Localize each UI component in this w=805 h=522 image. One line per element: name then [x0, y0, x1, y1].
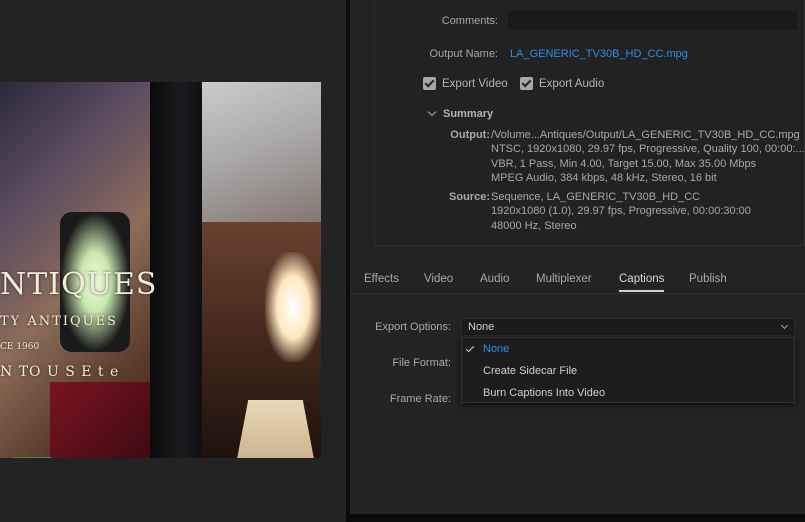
preview-window-light — [265, 252, 321, 362]
summary-output-line: VBR, 1 Pass, Min 4.00, Target 15.00, Max… — [491, 157, 757, 170]
export-audio-checkbox[interactable]: Export Audio — [520, 77, 604, 90]
summary-output-line: MPEG Audio, 384 kbps, 48 kHz, Stereo, 16… — [491, 171, 717, 184]
export-settings-panel: Comments: Output Name: LA_GENERIC_TV30B_… — [350, 0, 805, 514]
comments-field[interactable] — [508, 11, 797, 30]
summary-source-line: Sequence, LA_GENERIC_TV30B_HD_CC — [491, 191, 701, 203]
output-name-label: Output Name: — [429, 48, 498, 60]
export-video-checkbox[interactable]: Export Video — [423, 77, 508, 90]
menu-item-create-sidecar-file[interactable]: Create Sidecar File — [483, 365, 577, 377]
file-format-label: File Format: — [392, 357, 451, 369]
summary-toggle[interactable]: Summary — [427, 107, 494, 120]
settings-tabs: Effects Video Audio Multiplexer Captions… — [350, 264, 805, 294]
preview-sign-line1: NTIQUES — [0, 267, 158, 302]
video-preview-panel: NTIQUES TY ANTIQUES CE 1960 N TO U S E t… — [0, 0, 346, 522]
summary-source-details: Sequence, LA_GENERIC_TV30B_HD_CC 1920x10… — [491, 190, 751, 233]
chevron-down-icon — [780, 321, 789, 330]
preview-rug — [50, 382, 150, 458]
preview-sign-line3: CE 1960 — [0, 342, 40, 352]
checkmark-icon[interactable] — [520, 77, 533, 90]
video-preview-frame: NTIQUES TY ANTIQUES CE 1960 N TO U S E t… — [0, 82, 321, 458]
export-options-label: Export Options: — [375, 321, 451, 333]
summary-output-line: /Volume...Antiques/Output/LA_GENERIC_TV3… — [491, 129, 800, 141]
preview-sign-line2: TY ANTIQUES — [0, 314, 118, 329]
export-options-dropdown[interactable]: None — [461, 318, 795, 336]
export-video-label: Export Video — [442, 77, 508, 90]
export-audio-label: Export Audio — [539, 77, 605, 90]
checkmark-icon — [465, 343, 475, 353]
summary-output-details: /Volume...Antiques/Output/LA_GENERIC_TV3… — [491, 128, 805, 185]
tab-effects[interactable]: Effects — [364, 273, 399, 285]
comments-label: Comments: — [441, 15, 498, 27]
summary-heading: Summary — [443, 108, 494, 120]
tab-multiplexer[interactable]: Multiplexer — [536, 273, 592, 285]
output-name-link[interactable]: LA_GENERIC_TV30B_HD_CC.mpg — [510, 48, 688, 60]
export-options-value: None — [468, 321, 495, 333]
tab-video[interactable]: Video — [424, 273, 453, 285]
summary-source-label: Source: — [449, 191, 490, 203]
preview-sign-line4: N TO U S E t e — [0, 364, 120, 380]
export-settings-box: Comments: Output Name: LA_GENERIC_TV30B_… — [374, 0, 805, 246]
tab-audio[interactable]: Audio — [480, 273, 509, 285]
summary-output-line: NTSC, 1920x1080, 29.97 fps, Progressive,… — [491, 143, 805, 156]
menu-item-burn-captions-into-video[interactable]: Burn Captions Into Video — [483, 387, 605, 399]
summary-source-line: 48000 Hz, Stereo — [491, 219, 577, 232]
menu-item-none[interactable]: None — [483, 343, 509, 355]
chevron-down-icon — [427, 107, 437, 117]
export-options-menu: None Create Sidecar File Burn Captions I… — [461, 337, 795, 403]
bottom-divider — [350, 514, 805, 522]
frame-rate-label: Frame Rate: — [389, 393, 451, 405]
preview-column — [150, 82, 202, 458]
summary-source-line: 1920x1080 (1.0), 29.97 fps, Progressive,… — [491, 205, 751, 218]
summary-output-label: Output: — [450, 129, 490, 141]
tab-captions[interactable]: Captions — [619, 273, 665, 292]
checkmark-icon[interactable] — [423, 77, 436, 90]
tab-publish[interactable]: Publish — [689, 273, 727, 285]
